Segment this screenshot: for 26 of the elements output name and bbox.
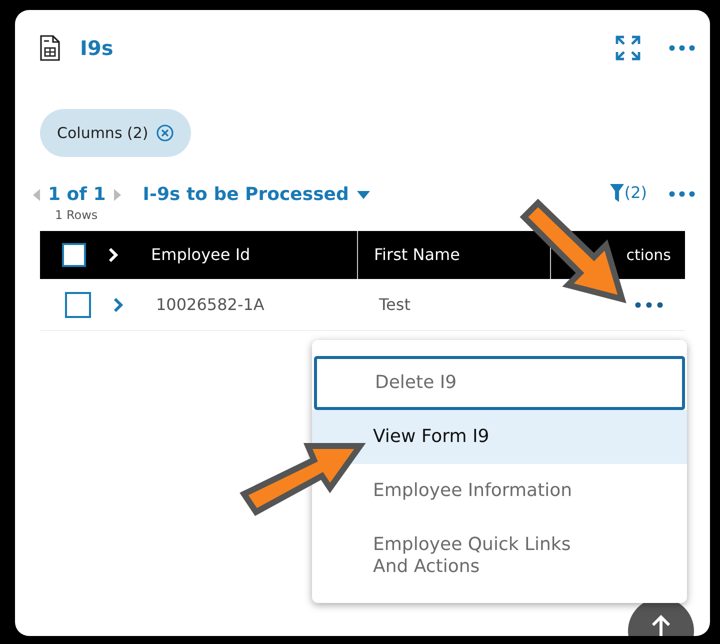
column-header[interactable]: First Name [374,243,550,267]
remove-icon[interactable] [156,124,174,142]
table-cell-text: Test [379,294,412,316]
menu-item[interactable]: Employee Quick Links And Actions [312,518,687,594]
document-icon [40,35,60,61]
filter-icon [610,184,624,202]
menu-item[interactable]: Delete I9 [314,356,685,410]
caret-icon [356,190,370,198]
columns-chip[interactable]: Columns (2) [40,109,192,157]
filter-button[interactable]: (2) [610,181,647,205]
up-arrow-icon [651,614,671,636]
more-icon[interactable] [635,302,663,308]
menu-item[interactable]: Employee Information [312,464,687,518]
panel-title: I9s [80,35,114,62]
more-icon[interactable] [669,45,695,51]
page-indicator: 1 of 1 [48,183,106,207]
column-header[interactable]: ctions [626,244,671,266]
view-dropdown[interactable]: I-9s to be Processed [142,181,370,208]
table-cell-text: 10026582-1A [156,294,266,316]
more-icon[interactable] [669,191,695,197]
row-checkbox[interactable] [65,292,91,318]
row-count: 1 Rows [55,207,99,224]
expand-icon[interactable] [615,35,641,61]
select-all-checkbox[interactable] [62,243,86,267]
column-header[interactable]: Employee Id [151,243,357,267]
menu-item[interactable]: View Form I9 [312,410,687,464]
